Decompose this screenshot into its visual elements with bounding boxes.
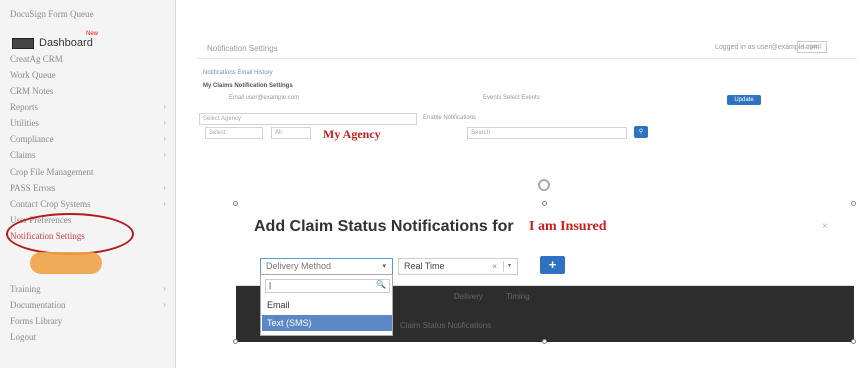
delivery-method-placeholder: Delivery Method (266, 261, 332, 271)
chevron-down-icon[interactable]: ▾ (503, 261, 515, 272)
sidebar-item-reports[interactable]: Reports › (10, 99, 170, 115)
sidebar-item-label: Logout (10, 332, 36, 342)
annotation-circle (6, 213, 134, 255)
sidebar-item-forms-library[interactable]: Forms Library (10, 313, 170, 329)
add-notification-button[interactable]: + (540, 256, 565, 274)
resize-handle[interactable] (233, 201, 238, 206)
timing-select[interactable]: Real Time × ▾ (398, 258, 518, 275)
timing-column-label: Timing (506, 292, 530, 301)
sidebar-item-label: Compliance (10, 134, 54, 144)
small-select-1[interactable]: Select (205, 127, 263, 139)
sidebar-item-label: Crop File Management (10, 167, 94, 177)
email-label: Email user@example.com (229, 95, 300, 101)
search-field[interactable]: Search (467, 127, 627, 139)
dropdown-search-value: | (269, 281, 272, 290)
sidebar-item-claims[interactable]: Claims › (10, 147, 170, 163)
chevron-down-icon: ▾ (382, 263, 386, 270)
search-icon: ⚲ (638, 129, 644, 135)
sidebar-item-label: CRM Notes (10, 86, 54, 96)
chevron-right-icon: › (163, 134, 166, 143)
section-heading: My Claims Notification Settings (203, 83, 293, 89)
small-select-2[interactable]: All (271, 127, 311, 139)
sidebar-item-training[interactable]: Training › (10, 281, 170, 297)
sidebar-item-creatag-crm[interactable]: CreatAg CRM (10, 51, 170, 67)
sidebar-item-label: Claims (10, 150, 36, 160)
chevron-right-icon: › (163, 102, 166, 111)
clear-icon[interactable]: × (492, 259, 497, 274)
chevron-right-icon: › (163, 284, 166, 293)
sidebar-item-label: Dashboard (39, 37, 93, 49)
chevron-right-icon: › (163, 300, 166, 309)
sidebar-item-documentation[interactable]: Documentation › (10, 297, 170, 313)
events-label: Events Select Events (483, 95, 540, 101)
sidebar-item-label: Utilities (10, 118, 39, 128)
sidebar-item-compliance[interactable]: Compliance › (10, 131, 170, 147)
resize-handle[interactable] (542, 339, 547, 344)
agency-select[interactable]: Select Agency (199, 113, 417, 125)
chevron-right-icon: › (163, 150, 166, 159)
resize-handle[interactable] (233, 339, 238, 344)
chevron-right-icon: › (163, 183, 166, 192)
search-button[interactable]: ⚲ (634, 126, 648, 138)
dropdown-search-input[interactable]: | 🔍 (265, 279, 390, 293)
sidebar-item-label: Reports (10, 102, 38, 112)
enable-notifications-checkbox[interactable]: Enable Notifications (423, 115, 476, 121)
resize-handle[interactable] (542, 201, 547, 206)
orange-badge (30, 252, 102, 274)
sidebar-item-crm-notes[interactable]: CRM Notes (10, 83, 170, 99)
sidebar-item-label: Documentation (10, 300, 66, 310)
new-badge: New (86, 31, 99, 37)
close-icon[interactable]: × (822, 221, 828, 232)
sidebar-item-label: Work Queue (10, 70, 56, 80)
chevron-right-icon: › (163, 118, 166, 127)
sidebar-item-label: Forms Library (10, 316, 63, 326)
claim-status-notifications-label: Claim Status Notifications (400, 321, 492, 330)
sidebar-item-pass-errors[interactable]: PASS Errors › (10, 180, 170, 196)
timing-select-value: Real Time (404, 261, 445, 271)
sidebar-item-label: CreatAg CRM (10, 54, 63, 64)
modal-title-highlight: I am Insured (529, 219, 607, 234)
sidebar: DocuSign Form Queue Dashboard New CreatA… (0, 0, 176, 368)
sidebar-item-logout[interactable]: Logout (10, 329, 170, 345)
dropdown-option-email[interactable]: Email (262, 297, 392, 313)
delivery-method-dropdown: | 🔍 Email Text (SMS) (260, 274, 393, 336)
sidebar-item-label: Contact Crop Systems (10, 199, 91, 209)
sidebar-item-contact-crop-systems[interactable]: Contact Crop Systems › (10, 196, 170, 212)
sidebar-item-label: PASS Errors (10, 183, 56, 193)
dashboard-icon (12, 37, 34, 49)
sidebar-item-utilities[interactable]: Utilities › (10, 115, 170, 131)
resize-handle[interactable] (851, 201, 856, 206)
sidebar-item-crop-file-management[interactable]: Crop File Management (10, 164, 170, 180)
update-button[interactable]: Update (727, 95, 761, 105)
sidebar-item-docusign-form-queue[interactable]: DocuSign Form Queue (10, 6, 170, 22)
my-agency-annotation: My Agency (323, 127, 381, 141)
delivery-column-label: Delivery (454, 292, 483, 301)
divider (197, 58, 857, 59)
dropdown-option-text-sms[interactable]: Text (SMS) (262, 315, 392, 331)
sidebar-item-dashboard[interactable]: Dashboard (12, 34, 93, 52)
resize-handle[interactable] (851, 339, 856, 344)
sidebar-item-label: DocuSign Form Queue (10, 9, 94, 19)
gear-icon (538, 179, 550, 191)
chevron-right-icon: › (163, 199, 166, 208)
sidebar-item-work-queue[interactable]: Work Queue (10, 67, 170, 83)
delivery-method-select[interactable]: Delivery Method ▾ (260, 258, 393, 275)
sidebar-item-label: Training (10, 284, 41, 294)
modal-title: Add Claim Status Notifications for (254, 218, 514, 235)
tab-bar[interactable]: Notifications Email History (203, 70, 273, 76)
page-title: Notification Settings (207, 44, 278, 53)
logout-button[interactable]: Logout (797, 41, 827, 53)
search-icon: 🔍 (376, 280, 386, 289)
